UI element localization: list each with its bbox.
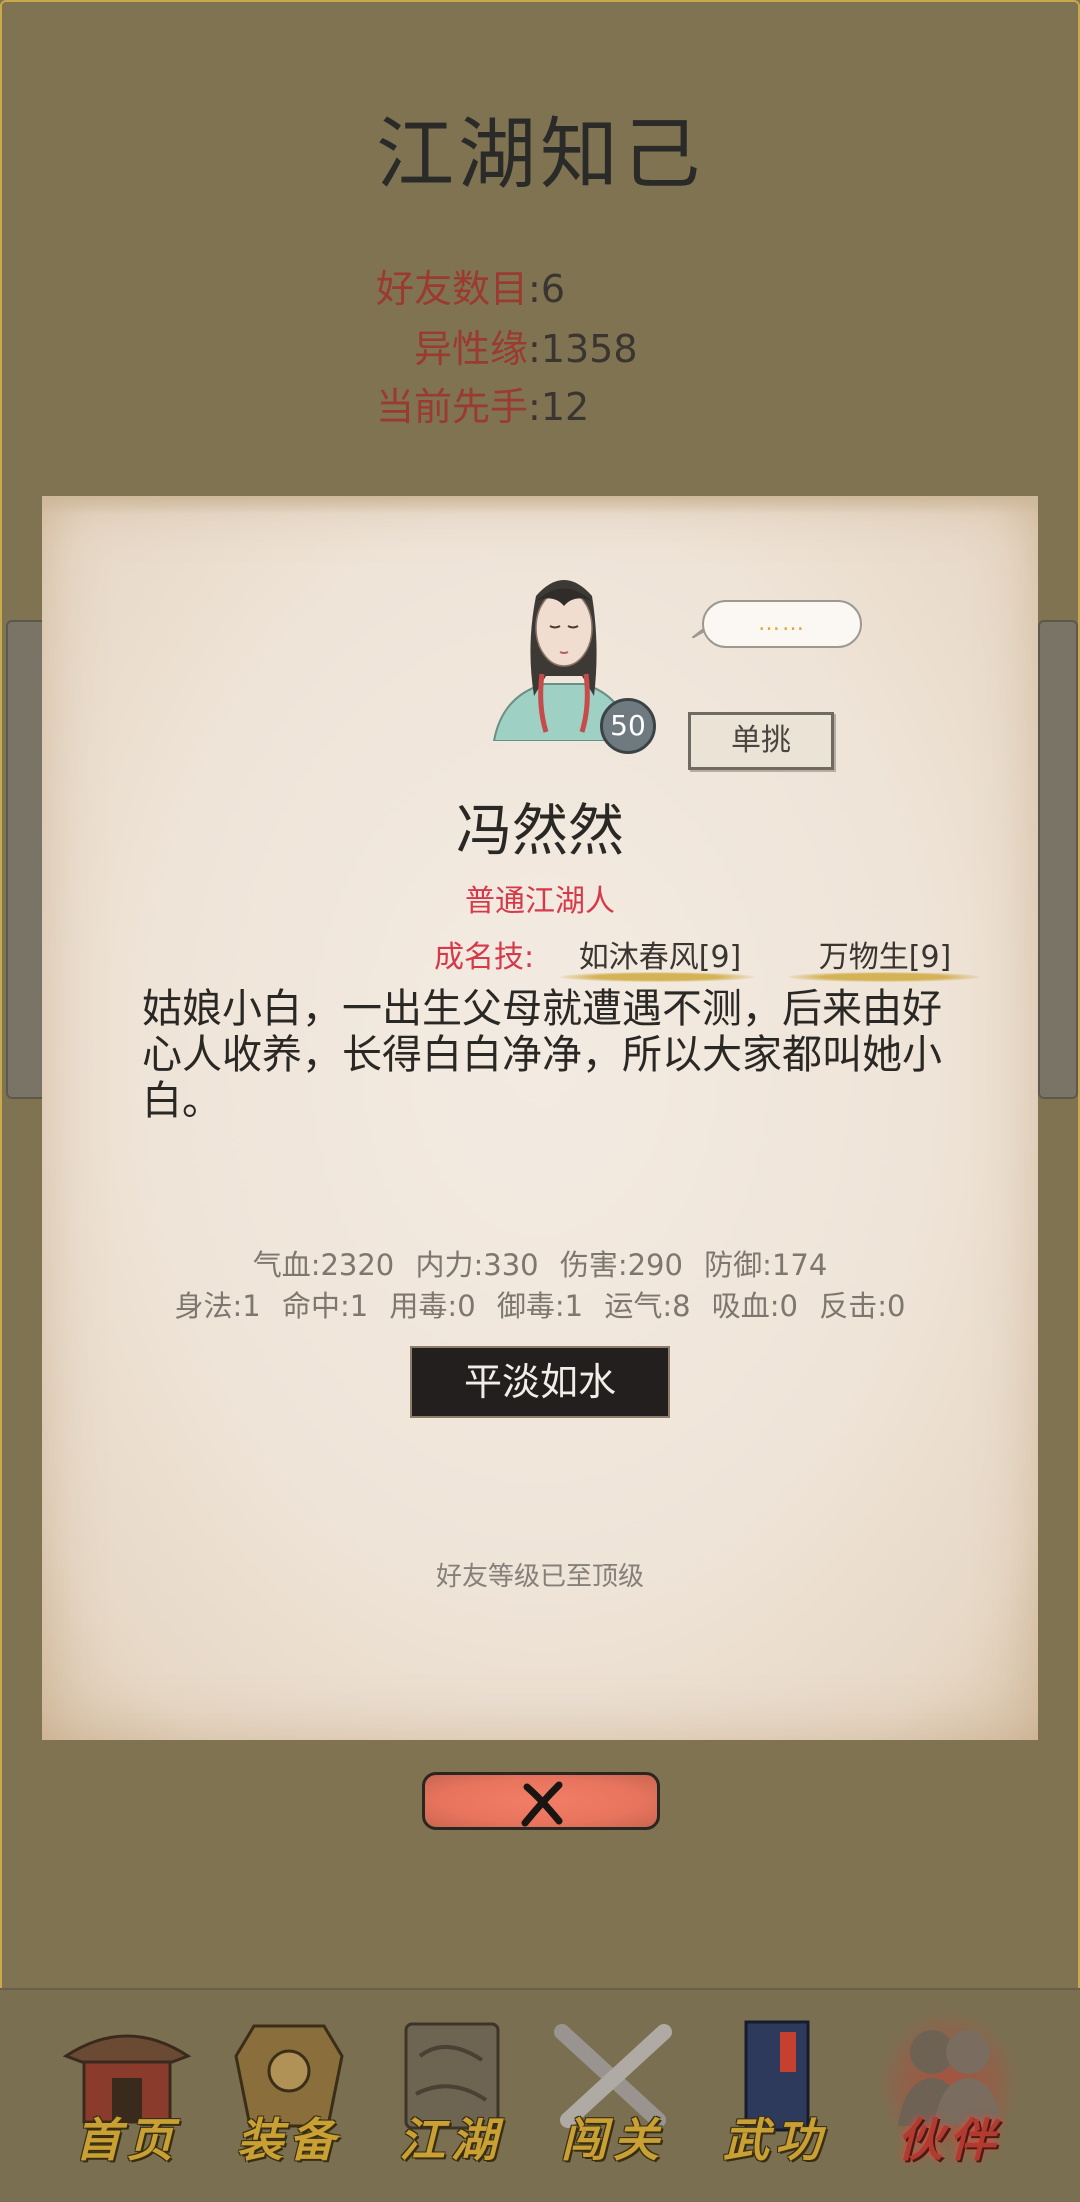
nav-home[interactable]: 首页 (52, 2016, 202, 2176)
nav-label: 闯关 (561, 2113, 665, 2167)
right-side-tab[interactable] (1038, 620, 1078, 1099)
page-title: 江湖知己 (375, 110, 704, 200)
character-bio: 姑娘小白，一出生父母就遭遇不测，后来由好心人收养，长得白白净净，所以大家都叫她小… (142, 986, 942, 1124)
attr-mp: 内力:330 (415, 1248, 539, 1282)
attr-lifesteal: 吸血:0 (711, 1289, 799, 1323)
attr-poison: 用毒:0 (389, 1289, 476, 1323)
duel-button[interactable]: 单挑 (688, 712, 834, 770)
speech-bubble: …… (702, 600, 862, 648)
level-badge: 50 (600, 698, 656, 754)
friend-detail-card: 50 …… 单挑 冯然然 普通江湖人 成名技: 如沐春风[9] 万物生[9] 姑… (42, 496, 1038, 1740)
close-icon (521, 1781, 563, 1827)
relationship-button[interactable]: 平淡如水 (410, 1346, 670, 1418)
attr-agility: 身法:1 (174, 1289, 261, 1323)
nav-challenge[interactable]: 闯关 (538, 2016, 688, 2176)
nav-label: 装备 (237, 2113, 341, 2167)
stat-initiative: 当前先手:12 (376, 385, 590, 429)
attributes-row-1: 气血:2320 内力:330 伤害:290 防御:174 (42, 1242, 1038, 1284)
attr-hp: 气血:2320 (252, 1248, 395, 1282)
nav-jianghu[interactable]: 江湖 (376, 2016, 526, 2176)
stat-value: 12 (540, 385, 590, 429)
attr-defense: 防御:174 (704, 1248, 828, 1282)
nav-label: 江湖 (399, 2113, 503, 2167)
friend-level-note: 好友等级已至顶级 (435, 1562, 644, 1592)
attributes-row-2: 身法:1 命中:1 用毒:0 御毒:1 运气:8 吸血:0 反击:0 (42, 1283, 1038, 1325)
nav-label: 伙伴 (897, 2113, 1001, 2167)
attr-damage: 伤害:290 (559, 1248, 683, 1282)
attr-poison-resist: 御毒:1 (496, 1289, 584, 1323)
nav-equipment[interactable]: 装备 (214, 2016, 364, 2176)
stat-value: 1358 (540, 327, 638, 371)
bottom-navigation: 首页 装备 江湖 闯关 武功 伙伴 (0, 1988, 1080, 2202)
stat-charm: 异性缘:1358 (414, 327, 638, 371)
signature-skills-label: 成名技: (434, 940, 535, 975)
skill-item[interactable]: 如沐春风[9] (570, 932, 750, 976)
skill-item[interactable]: 万物生[9] (800, 932, 970, 976)
nav-label: 武功 (723, 2113, 827, 2167)
attr-accuracy: 命中:1 (281, 1289, 369, 1323)
attr-luck: 运气:8 (604, 1289, 691, 1323)
stat-label: 当前先手 (376, 385, 529, 429)
nav-martial-arts[interactable]: 武功 (700, 2016, 850, 2176)
character-name: 冯然然 (456, 799, 624, 864)
left-side-tab[interactable] (6, 620, 46, 1099)
nav-label: 首页 (75, 2113, 179, 2167)
stat-label: 好友数目 (376, 267, 529, 311)
attr-counter: 反击:0 (819, 1289, 906, 1323)
stat-label: 异性缘 (414, 327, 529, 371)
stat-friend-count: 好友数目:6 (376, 267, 566, 311)
character-rank: 普通江湖人 (465, 884, 615, 919)
stat-value: 6 (540, 267, 566, 311)
nav-companions[interactable]: 伙伴 (874, 2010, 1024, 2176)
close-button[interactable] (422, 1772, 660, 1830)
